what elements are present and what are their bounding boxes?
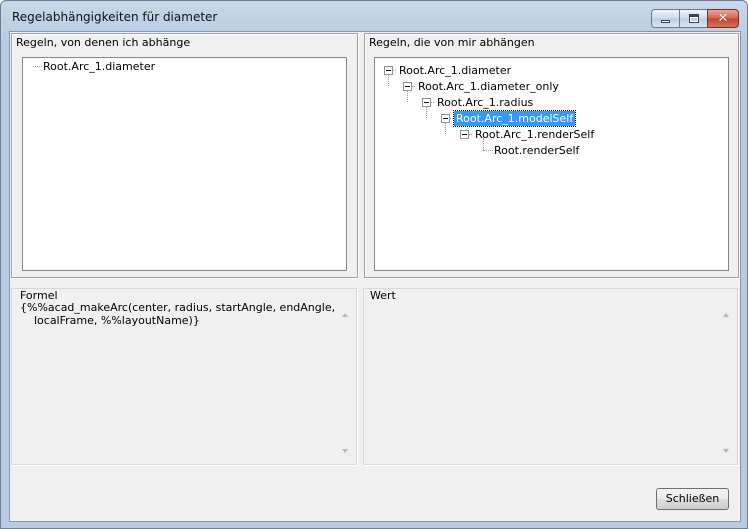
scroll-up-icon[interactable]: [723, 313, 729, 317]
tree-node[interactable]: Root.Arc_1.renderSelf: [473, 127, 596, 142]
value-panel: Wert: [363, 288, 739, 466]
tree-node[interactable]: Root.Arc_1.diameter: [41, 59, 157, 74]
minimize-button[interactable]: [651, 9, 679, 28]
collapse-toggle-icon[interactable]: [384, 66, 393, 75]
dependents-tree[interactable]: Root.Arc_1.diameter Root.Arc_1.diameter_…: [374, 57, 729, 271]
scroll-up-icon[interactable]: [342, 313, 348, 317]
value-label: Wert: [370, 289, 396, 302]
tree-node-selected[interactable]: Root.Arc_1.modelSelf: [452, 110, 577, 127]
tree-node-label: Root.Arc_1.modelSelf: [452, 110, 577, 127]
minimize-icon: [661, 20, 670, 23]
depends-on-tree[interactable]: Root.Arc_1.diameter: [22, 57, 347, 271]
caption-buttons: ✕: [651, 9, 739, 28]
dependents-panel: Regeln, die von mir abhängen Root.Arc_1.…: [364, 33, 739, 278]
dependents-label: Regeln, die von mir abhängen: [369, 36, 535, 49]
tree-node-label: Root.renderSelf: [494, 144, 580, 157]
tree-node-label: Root.Arc_1.radius: [437, 96, 534, 109]
dialog-client-area: Regeln, von denen ich abhänge Root.Arc_1…: [9, 31, 741, 522]
tree-node-label: Root.Arc_1.diameter_only: [418, 80, 559, 93]
tree-node-label: Root.Arc_1.diameter: [399, 64, 512, 77]
formula-text[interactable]: {%%acad_makeArc(center, radius, startAng…: [20, 301, 345, 327]
maximize-button[interactable]: [679, 9, 707, 28]
collapse-toggle-icon[interactable]: [460, 130, 469, 139]
tree-node[interactable]: Root.renderSelf: [492, 143, 581, 158]
tree-node[interactable]: Root.Arc_1.radius: [435, 95, 535, 110]
tree-connector: [445, 122, 446, 134]
tree-node[interactable]: Root.Arc_1.diameter_only: [416, 79, 561, 94]
tree-node-label: Root.Arc_1.renderSelf: [475, 128, 595, 141]
dialog-window: Regelabhängigkeiten für diameter ✕ Regel…: [0, 0, 748, 529]
close-button[interactable]: Schließen: [656, 488, 729, 510]
tree-node[interactable]: Root.Arc_1.diameter: [397, 63, 513, 78]
formula-line: {%%acad_makeArc(center, radius, startAng…: [20, 301, 345, 314]
close-window-button[interactable]: ✕: [707, 9, 739, 28]
formula-scrollbar[interactable]: [337, 303, 354, 463]
tree-connector: [426, 106, 427, 118]
tree-connector: [388, 74, 389, 86]
scroll-down-icon[interactable]: [723, 449, 729, 453]
tree-connector: [407, 90, 408, 102]
depends-on-label: Regeln, von denen ich abhänge: [16, 36, 191, 49]
scroll-down-icon[interactable]: [342, 449, 348, 453]
collapse-toggle-icon[interactable]: [422, 98, 431, 107]
formula-panel: Formel {%%acad_makeArc(center, radius, s…: [11, 288, 358, 466]
depends-on-panel: Regeln, von denen ich abhänge Root.Arc_1…: [11, 33, 358, 278]
value-scrollbar[interactable]: [718, 303, 735, 463]
collapse-toggle-icon[interactable]: [441, 114, 450, 123]
title-bar[interactable]: Regelabhängigkeiten für diameter ✕: [1, 1, 747, 31]
window-title: Regelabhängigkeiten für diameter: [12, 10, 218, 24]
formula-line: localFrame, %%layoutName)}: [20, 314, 200, 327]
collapse-toggle-icon[interactable]: [403, 82, 412, 91]
maximize-icon: [689, 14, 699, 23]
close-icon: ✕: [717, 11, 729, 26]
tree-node-label: Root.Arc_1.diameter: [43, 60, 156, 73]
